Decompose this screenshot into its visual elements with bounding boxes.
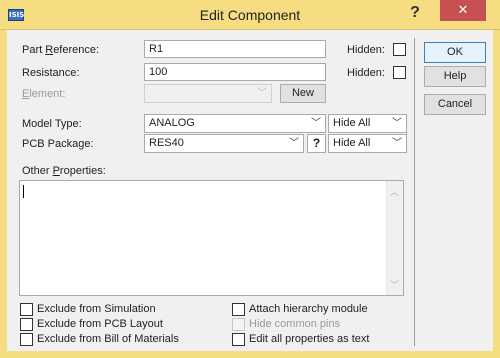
pcb-package-label: PCB Package: <box>22 138 94 150</box>
ok-button[interactable]: OK <box>424 42 486 63</box>
model-type-label: Model Type: <box>22 118 82 130</box>
window-frame-left <box>0 30 7 358</box>
exclude-bom-checkbox[interactable] <box>20 333 33 346</box>
exclude-pcb-label: Exclude from PCB Layout <box>37 318 163 330</box>
attach-hierarchy-label: Attach hierarchy module <box>249 303 368 315</box>
hide-common-pins-label: Hide common pins <box>249 318 341 330</box>
resistance-hidden-checkbox[interactable] <box>393 66 406 79</box>
element-new-button[interactable]: New <box>280 84 326 103</box>
textarea-scrollbar[interactable]: ︿ ﹀ <box>386 181 403 295</box>
edit-all-properties-label: Edit all properties as text <box>249 333 370 345</box>
exclude-pcb-checkbox[interactable] <box>20 318 33 331</box>
part-reference-hidden-checkbox[interactable] <box>393 43 406 56</box>
chevron-down-icon: ﹀ <box>311 118 321 129</box>
scroll-up-arrow-icon[interactable]: ︿ <box>390 185 399 198</box>
close-button[interactable]: ✕ <box>440 0 486 21</box>
part-reference-label: Part Reference: <box>22 44 100 56</box>
text-caret <box>23 185 24 198</box>
vertical-divider <box>414 38 415 346</box>
pcb-package-query-button[interactable]: ? <box>307 134 326 153</box>
window-frame-bottom <box>0 351 500 358</box>
chevron-down-icon: ﹀ <box>392 118 402 129</box>
title-help-button[interactable]: ? <box>398 2 432 26</box>
model-type-dropdown[interactable]: ANALOG ﹀ <box>144 114 326 133</box>
edit-all-properties-checkbox[interactable] <box>232 333 245 346</box>
other-properties-label: Other Properties: <box>22 165 106 177</box>
cancel-button[interactable]: Cancel <box>424 94 486 115</box>
chevron-down-icon: ﹀ <box>257 88 267 99</box>
scroll-down-arrow-icon[interactable]: ﹀ <box>390 278 399 291</box>
exclude-simulation-label: Exclude from Simulation <box>37 303 156 315</box>
other-properties-textarea[interactable]: ︿ ﹀ <box>19 180 404 296</box>
model-type-hide-dropdown[interactable]: Hide All ﹀ <box>328 114 407 133</box>
title-bar[interactable]: ISIS Edit Component ? ✕ <box>0 0 500 30</box>
chevron-down-icon: ﹀ <box>289 138 299 149</box>
resistance-input[interactable]: 100 <box>144 63 326 81</box>
pcb-package-hide-dropdown[interactable]: Hide All ﹀ <box>328 134 407 153</box>
element-label: Element: <box>22 88 66 100</box>
element-dropdown[interactable]: ﹀ <box>144 84 272 103</box>
chevron-down-icon: ﹀ <box>392 138 402 149</box>
pcb-package-dropdown[interactable]: RES40 ﹀ <box>144 134 304 153</box>
resistance-hidden-label: Hidden: <box>347 67 385 79</box>
window-frame-right <box>493 30 500 358</box>
help-button[interactable]: Help <box>424 66 486 87</box>
hide-common-pins-checkbox[interactable] <box>232 318 245 331</box>
resistance-label: Resistance: <box>22 67 80 79</box>
exclude-simulation-checkbox[interactable] <box>20 303 33 316</box>
part-reference-hidden-label: Hidden: <box>347 44 385 56</box>
part-reference-input[interactable]: R1 <box>144 40 326 58</box>
exclude-bom-label: Exclude from Bill of Materials <box>37 333 179 345</box>
attach-hierarchy-checkbox[interactable] <box>232 303 245 316</box>
